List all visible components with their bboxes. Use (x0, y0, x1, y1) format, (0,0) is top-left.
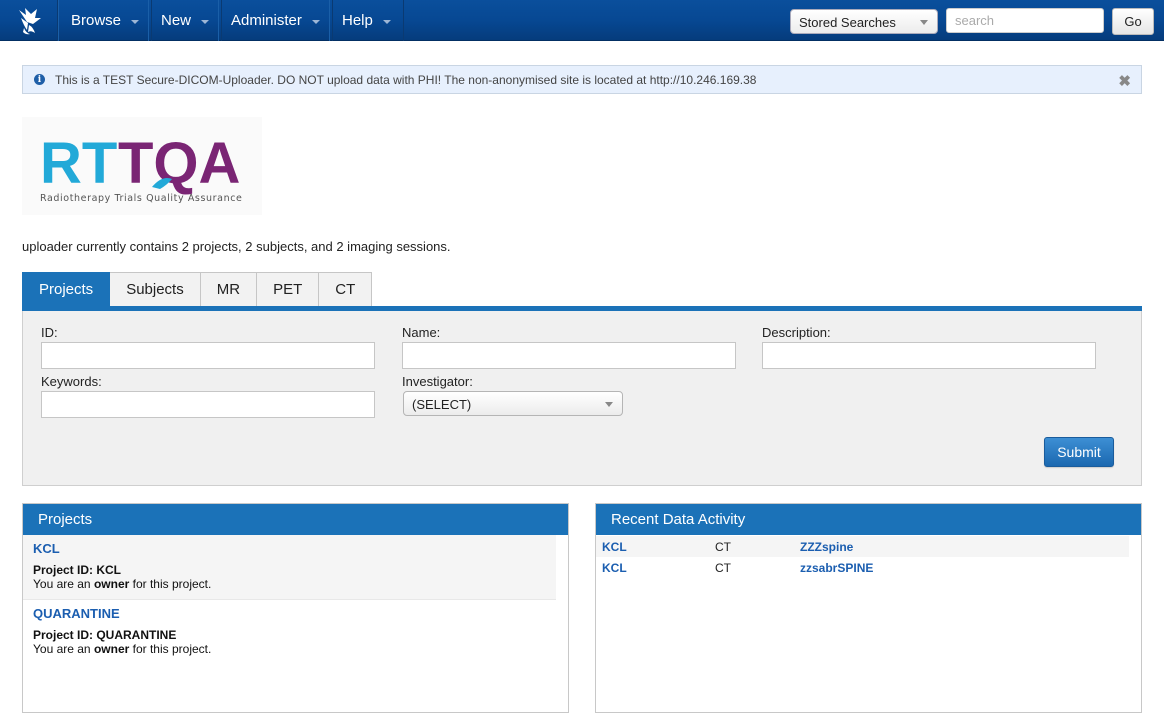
tab-subjects[interactable]: Subjects (110, 272, 201, 307)
session-link[interactable]: ZZZspine (800, 540, 853, 554)
projects-panel: Projects KCL Project ID: KCL You are an … (22, 503, 569, 713)
investigator-select[interactable]: (SELECT) (403, 391, 623, 416)
investigator-selected-value: (SELECT) (412, 397, 472, 412)
session-cell: ZZZspine (794, 536, 1129, 557)
nav-help-menu[interactable]: Help (329, 0, 404, 41)
rttqa-logo: RT TQA Radiotherapy Trials Quality Assur… (22, 117, 262, 215)
id-label: ID: (41, 325, 58, 340)
project-link[interactable]: KCL (602, 540, 627, 554)
role-name: owner (93, 577, 130, 591)
chevron-down-icon (605, 402, 613, 407)
keywords-label: Keywords: (41, 374, 102, 389)
chevron-down-icon (131, 19, 140, 24)
chevron-down-icon (201, 19, 210, 24)
id-field[interactable] (41, 342, 375, 369)
nav-administer-label: Administer (231, 12, 302, 29)
stored-searches-label: Stored Searches (799, 15, 896, 30)
project-list-item: QUARANTINE Project ID: QUARANTINE You ar… (23, 600, 556, 664)
chevron-down-icon (382, 19, 391, 24)
logo-rt-text: RT (40, 131, 117, 196)
project-role: You are an owner for this project. (33, 577, 546, 591)
project-link[interactable]: KCL (602, 561, 627, 575)
role-name: owner (93, 642, 130, 656)
session-link[interactable]: zzsabrSPINE (800, 561, 873, 575)
tab-label: CT (335, 281, 356, 298)
nav-browse-menu[interactable]: Browse (58, 0, 153, 41)
project-cell: KCL (596, 536, 709, 557)
tab-mr[interactable]: MR (200, 272, 258, 307)
nav-administer-menu[interactable]: Administer (218, 0, 333, 41)
home-logo-button[interactable] (0, 0, 58, 41)
logo-tqa-text: TQA (118, 131, 240, 196)
projects-panel-title: Projects (38, 511, 93, 528)
project-id: Project ID: QUARANTINE (33, 628, 177, 642)
project-role: You are an owner for this project. (33, 642, 546, 656)
nav-new-label: New (161, 12, 192, 29)
stored-searches-select[interactable]: Stored Searches (790, 9, 938, 34)
project-link[interactable]: KCL (33, 541, 546, 556)
search-input[interactable] (946, 8, 1104, 33)
session-cell: zzsabrSPINE (794, 557, 1129, 578)
nav-browse-label: Browse (71, 12, 122, 29)
chevron-down-icon (311, 19, 320, 24)
role-suffix: for this project. (129, 642, 212, 656)
modality-cell: CT (709, 536, 794, 557)
table-row: KCL CT ZZZspine (596, 536, 1129, 557)
name-label: Name: (402, 325, 441, 340)
tab-projects[interactable]: Projects (22, 272, 111, 307)
xnat-logo-icon (18, 7, 41, 34)
recent-activity-title: Recent Data Activity (611, 511, 746, 528)
chevron-down-icon (920, 20, 928, 25)
site-summary-text: uploader currently contains 2 projects, … (22, 239, 451, 254)
recent-activity-header: Recent Data Activity (596, 504, 1141, 535)
project-cell: KCL (596, 557, 709, 578)
recent-activity-table: KCL CT ZZZspine KCL CT zzsabrSPINE (596, 536, 1129, 578)
alert-text: This is a TEST Secure-DICOM-Uploader. DO… (55, 72, 757, 87)
tab-label: Projects (39, 281, 94, 298)
tab-label: Subjects (126, 281, 184, 298)
tab-ct[interactable]: CT (319, 272, 373, 307)
logo-tagline: Radiotherapy Trials Quality Assurance (40, 193, 242, 204)
close-icon[interactable]: ✖ (1118, 72, 1131, 90)
project-link[interactable]: QUARANTINE (33, 606, 546, 621)
project-id: Project ID: KCL (33, 563, 122, 577)
go-button[interactable]: Go (1112, 8, 1154, 35)
modality-cell: CT (715, 560, 731, 575)
test-site-alert: i This is a TEST Secure-DICOM-Uploader. … (22, 65, 1142, 94)
role-suffix: for this project. (129, 577, 212, 591)
info-icon: i (34, 74, 45, 85)
tab-pet[interactable]: PET (257, 272, 320, 307)
tab-label: MR (216, 281, 241, 298)
search-tabs: Projects Subjects MR PET CT (22, 272, 373, 307)
role-prefix: You are an (33, 642, 94, 656)
tab-label: PET (273, 281, 303, 298)
investigator-label: Investigator: (402, 374, 473, 389)
name-field[interactable] (402, 342, 736, 369)
rttqa-logo-graphic: RT TQA Radiotherapy Trials Quality Assur… (40, 131, 242, 204)
description-label: Description: (762, 325, 831, 340)
role-prefix: You are an (33, 577, 94, 591)
projects-panel-header: Projects (23, 504, 568, 535)
top-nav-bar: Browse New Administer Help Stored Search… (0, 0, 1164, 41)
description-field[interactable] (762, 342, 1096, 369)
submit-button[interactable]: Submit (1044, 437, 1114, 467)
nav-new-menu[interactable]: New (148, 0, 223, 41)
nav-help-label: Help (342, 12, 373, 29)
keywords-field[interactable] (41, 391, 375, 418)
table-row: KCL CT zzsabrSPINE (596, 557, 1129, 578)
project-search-form: ID: Name: Description: Keywords: Investi… (22, 311, 1142, 486)
recent-activity-panel: Recent Data Activity KCL CT ZZZspine KCL… (595, 503, 1142, 713)
project-list-item: KCL Project ID: KCL You are an owner for… (23, 535, 556, 600)
